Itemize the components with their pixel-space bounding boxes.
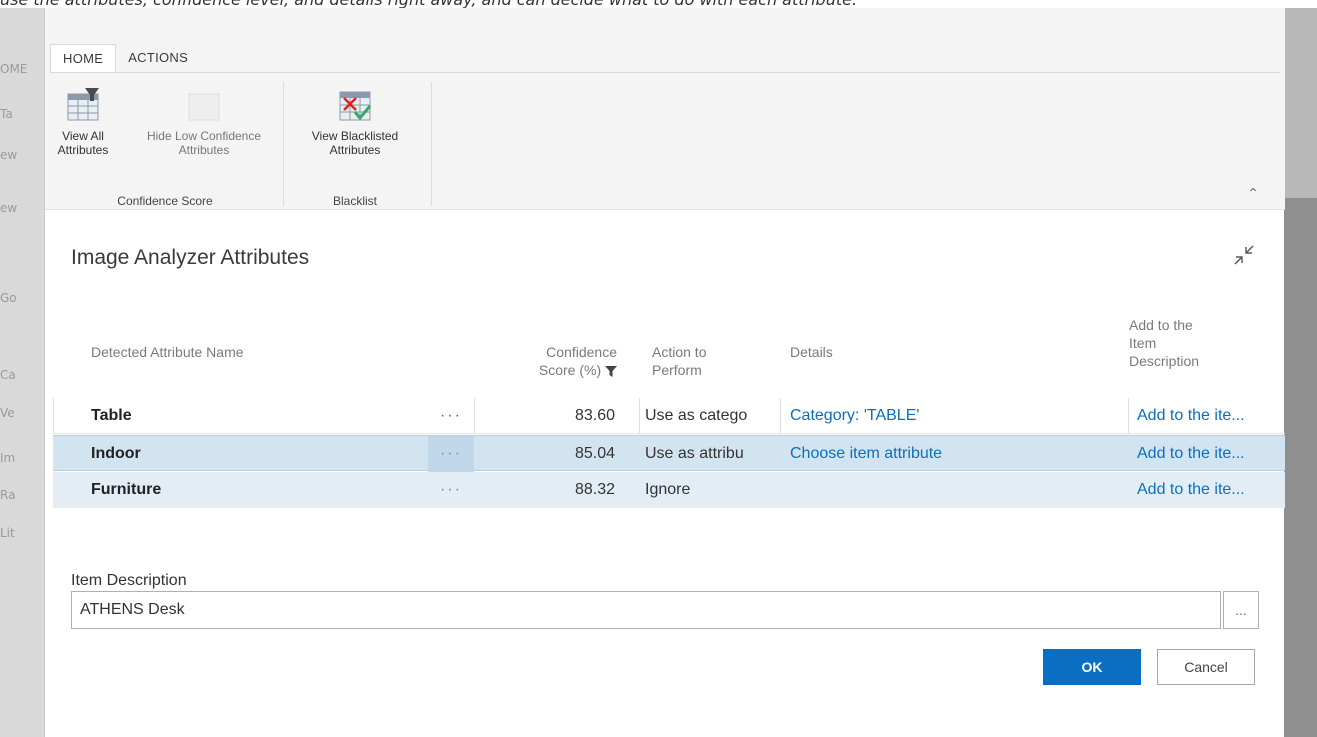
tab-divider bbox=[50, 72, 1280, 73]
details-link[interactable]: Choose item attribute bbox=[790, 436, 942, 472]
view-all-label-1: View All bbox=[62, 129, 104, 143]
attributes-table: Detected Attribute Name Confidence Score… bbox=[53, 308, 1285, 508]
item-description-label: Item Description bbox=[71, 572, 187, 589]
view-all-label-2: Attributes bbox=[57, 143, 109, 157]
view-all-attributes-button[interactable]: View All Attributes bbox=[51, 88, 115, 157]
ribbon-tabs: HOME ACTIONS bbox=[50, 44, 200, 72]
header-add-line1: Add to the bbox=[1129, 317, 1193, 333]
header-action-line1: Action to bbox=[652, 344, 707, 360]
cell-divider bbox=[639, 398, 640, 434]
dialog-title: Image Analyzer Attributes bbox=[71, 246, 310, 269]
item-description-field[interactable]: ATHENS Desk bbox=[71, 591, 1221, 629]
row-menu-button[interactable]: ··· bbox=[428, 398, 474, 434]
view-blacklisted-button[interactable]: View Blacklisted Attributes bbox=[285, 88, 425, 157]
tab-home[interactable]: HOME bbox=[50, 44, 117, 72]
attribute-name-cell[interactable]: Table bbox=[91, 398, 132, 434]
hide-low-label-2: Attributes bbox=[178, 143, 230, 157]
image-analyzer-dialog: HOME ACTIONS View All Attributes Hide Lo… bbox=[44, 8, 1285, 737]
row-marker bbox=[53, 398, 54, 434]
header-details[interactable]: Details bbox=[790, 343, 833, 361]
filter-icon bbox=[605, 365, 617, 377]
table-header: Detected Attribute Name Confidence Score… bbox=[53, 308, 1285, 398]
group-label-confidence: Confidence Score bbox=[117, 194, 213, 208]
row-menu-button[interactable]: ··· bbox=[428, 472, 474, 508]
header-attribute-name[interactable]: Detected Attribute Name bbox=[91, 343, 244, 361]
header-action-line2: Perform bbox=[652, 362, 702, 378]
cancel-button[interactable]: Cancel bbox=[1157, 649, 1255, 685]
confidence-cell: 85.04 bbox=[574, 445, 615, 462]
action-cell[interactable]: Ignore bbox=[645, 472, 778, 508]
add-to-item-link[interactable]: Add to the ite... bbox=[1137, 472, 1283, 508]
group-separator bbox=[431, 82, 432, 206]
bg-fragment: OME bbox=[0, 62, 28, 76]
confidence-cell: 83.60 bbox=[574, 407, 615, 424]
row-menu-button[interactable]: ··· bbox=[428, 436, 474, 472]
background-page: OME Ta ew ew Go Ca Ve Im Ra Lit bbox=[0, 8, 44, 737]
view-blacklisted-label-1: View Blacklisted bbox=[311, 129, 399, 143]
header-confidence[interactable]: Confidence Score (%) bbox=[505, 343, 617, 379]
bg-fragment: Lit bbox=[0, 526, 15, 540]
header-confidence-line1: Confidence bbox=[546, 344, 617, 360]
hide-low-label-1: Hide Low Confidence bbox=[146, 129, 262, 143]
confidence-cell: 88.32 bbox=[574, 481, 615, 498]
header-add-to-item[interactable]: Add to the Item Description bbox=[1129, 316, 1199, 370]
table-row-selected[interactable]: Indoor ··· 85.04 Use as attribu Choose i… bbox=[53, 435, 1285, 472]
bg-fragment: Ta bbox=[0, 107, 13, 121]
bg-fragment: ew bbox=[0, 201, 18, 215]
header-add-line2: Item bbox=[1129, 335, 1157, 351]
ok-button[interactable]: OK bbox=[1043, 649, 1141, 685]
item-description-lookup-button[interactable]: ... bbox=[1223, 591, 1259, 629]
collapse-icon[interactable] bbox=[1232, 243, 1256, 267]
screen: use the attributes, confidence level, an… bbox=[0, 0, 1317, 737]
cell-divider bbox=[1128, 398, 1129, 434]
group-separator bbox=[283, 82, 284, 206]
header-action[interactable]: Action to Perform bbox=[652, 343, 706, 379]
grid-filter-icon bbox=[67, 88, 99, 121]
view-blacklisted-label-2: Attributes bbox=[329, 143, 381, 157]
bg-fragment: ew bbox=[0, 148, 18, 162]
action-cell[interactable]: Use as catego bbox=[645, 398, 778, 434]
bg-fragment: Ve bbox=[0, 406, 15, 420]
collapse-ribbon-icon[interactable]: ⌃ bbox=[1247, 186, 1259, 202]
hide-low-confidence-button[interactable]: Hide Low Confidence Attributes bbox=[129, 88, 279, 157]
add-to-item-link[interactable]: Add to the ite... bbox=[1137, 398, 1283, 434]
cell-divider bbox=[780, 398, 781, 434]
group-label-blacklist: Blacklist bbox=[332, 194, 377, 208]
table-row[interactable]: Table ··· 83.60 Use as catego Category: … bbox=[53, 398, 1285, 434]
table-row[interactable]: Furniture ··· 88.32 Ignore Add to the it… bbox=[53, 472, 1285, 508]
cell-divider bbox=[474, 398, 475, 434]
grid-icon bbox=[188, 93, 220, 121]
attribute-name-cell[interactable]: Furniture bbox=[91, 472, 161, 508]
bg-fragment: Ca bbox=[0, 368, 16, 382]
bg-fragment: Im bbox=[0, 451, 16, 465]
header-add-line3: Description bbox=[1129, 353, 1200, 369]
details-link[interactable]: Category: 'TABLE' bbox=[790, 398, 919, 434]
header-confidence-line2: Score (%) bbox=[538, 362, 602, 378]
add-to-item-link[interactable]: Add to the ite... bbox=[1137, 436, 1283, 472]
bg-fragment: Go bbox=[0, 291, 17, 305]
grid-blacklist-icon bbox=[339, 91, 372, 121]
background-page-right-top bbox=[1284, 8, 1317, 198]
action-cell[interactable]: Use as attribu bbox=[645, 436, 778, 472]
attribute-name-cell[interactable]: Indoor bbox=[91, 436, 141, 472]
tab-actions[interactable]: ACTIONS bbox=[116, 44, 200, 72]
bg-fragment: Ra bbox=[0, 488, 16, 502]
ribbon: HOME ACTIONS View All Attributes Hide Lo… bbox=[45, 8, 1285, 210]
